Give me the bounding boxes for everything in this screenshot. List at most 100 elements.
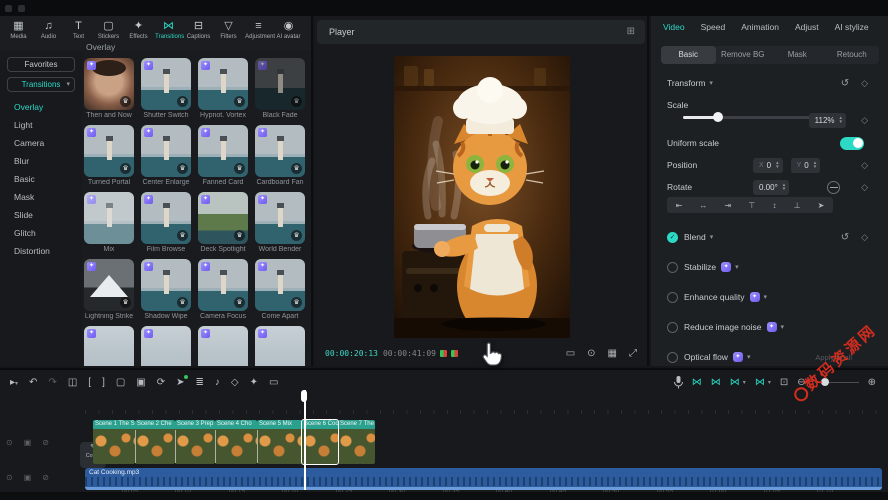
ratio-icon[interactable]: ▭ bbox=[566, 348, 575, 359]
rotate-value-box[interactable]: 0.00°▲▼ bbox=[753, 180, 789, 195]
fullscreen-icon[interactable]: ⤢ bbox=[629, 348, 637, 359]
enhance-quality-section[interactable]: Enhance quality ✦ ▾ bbox=[667, 288, 882, 306]
loop-icon[interactable]: ⟳ bbox=[157, 377, 165, 388]
sidebar-item-basic[interactable]: Basic bbox=[0, 170, 82, 188]
adapt-screen-icon[interactable]: ⊡ bbox=[780, 377, 788, 388]
sidebar-item-glitch[interactable]: Glitch bbox=[0, 224, 82, 242]
tab-stickers[interactable]: ▢Stickers bbox=[94, 19, 123, 41]
sidebar-item-overlay[interactable]: Overlay bbox=[0, 98, 82, 116]
speaker-icon[interactable]: ♪ bbox=[215, 377, 220, 388]
snap-icon[interactable]: ⋈ bbox=[711, 377, 721, 388]
scale-slider[interactable] bbox=[683, 111, 817, 123]
transition-card[interactable]: ✦♛World Bender bbox=[255, 192, 305, 253]
align-middle-v-icon[interactable]: ↕ bbox=[772, 201, 776, 210]
subtab-retouch[interactable]: Retouch bbox=[825, 46, 880, 64]
sidebar-item-blur[interactable]: Blur bbox=[0, 152, 82, 170]
zoom-in-icon[interactable]: ⊕ bbox=[868, 377, 876, 388]
transition-card[interactable]: ✦♛Center Enlarge bbox=[141, 125, 191, 186]
transition-card[interactable]: ✦♛Film Browse bbox=[141, 192, 191, 253]
magnet-icon[interactable]: ⋈ bbox=[692, 377, 702, 388]
tab-speed[interactable]: Speed bbox=[701, 22, 726, 32]
transition-card[interactable]: ✦♛Fanned Card bbox=[198, 125, 248, 186]
select-tool-icon[interactable]: ▸▾ bbox=[10, 377, 18, 388]
stepper-icon[interactable]: ▲▼ bbox=[775, 161, 779, 169]
playhead[interactable] bbox=[304, 390, 306, 490]
mic-icon[interactable] bbox=[674, 376, 683, 389]
sidebar-item-camera[interactable]: Camera bbox=[0, 134, 82, 152]
timeline-clip-selected[interactable]: Scene 6 Coo bbox=[302, 420, 338, 464]
noise-checkbox[interactable] bbox=[667, 322, 678, 333]
timeline-clip[interactable]: Scene 4 Cho bbox=[215, 420, 257, 464]
transition-card[interactable]: ✦ bbox=[255, 326, 305, 366]
layers-icon[interactable]: ≣ bbox=[196, 377, 204, 388]
stabilize-checkbox[interactable] bbox=[667, 262, 678, 273]
align-left-icon[interactable]: ⇤ bbox=[676, 201, 683, 210]
sidebar-item-slide[interactable]: Slide bbox=[0, 206, 82, 224]
uniform-scale-toggle[interactable] bbox=[840, 137, 864, 150]
in-out-marker-icon[interactable] bbox=[440, 350, 447, 357]
pointer-icon[interactable]: ➤ bbox=[818, 201, 825, 210]
align-bottom-icon[interactable]: ⊥ bbox=[794, 201, 801, 210]
scale-value-box[interactable]: 112%▲▼ bbox=[809, 113, 846, 128]
align-right-icon[interactable]: ⇥ bbox=[725, 201, 732, 210]
subtab-mask[interactable]: Mask bbox=[770, 46, 825, 64]
preview-axis-icon[interactable]: ⋈ bbox=[755, 377, 765, 388]
slider-knob[interactable] bbox=[713, 112, 723, 122]
screen-record-icon[interactable]: ▭ bbox=[269, 377, 278, 388]
delete-icon[interactable]: ▢ bbox=[116, 377, 125, 388]
keyframe-icon[interactable]: ◇ bbox=[861, 78, 868, 89]
enhance-checkbox[interactable] bbox=[667, 292, 678, 303]
stepper-icon[interactable]: ▲▼ bbox=[839, 116, 843, 124]
timeline-clip[interactable]: Scene 2 Che bbox=[135, 420, 175, 464]
stepper-icon[interactable]: ▲▼ bbox=[813, 161, 817, 169]
transition-marker[interactable] bbox=[215, 430, 216, 463]
transition-card[interactable]: ✦♛Shutter Switch bbox=[141, 58, 191, 119]
transition-card[interactable]: ✦ bbox=[84, 326, 134, 366]
stepper-icon[interactable]: ▲▼ bbox=[782, 183, 786, 191]
crop-icon[interactable]: ▣ bbox=[136, 377, 145, 388]
blend-checkbox[interactable]: ✓ bbox=[667, 232, 678, 243]
reset-icon[interactable]: ↺ bbox=[841, 232, 849, 243]
transition-card[interactable]: ✦♛Turned Portal bbox=[84, 125, 134, 186]
transition-card[interactable]: ✦♛Deck Spotlight bbox=[198, 192, 248, 253]
keyframe-icon[interactable]: ◇ bbox=[861, 160, 868, 171]
transition-card[interactable]: ✦♛Cardboard Fan bbox=[255, 125, 305, 186]
transition-card[interactable]: ✦Mix bbox=[84, 192, 134, 253]
tab-adjust[interactable]: Adjust bbox=[795, 22, 819, 32]
position-x-box[interactable]: X0▲▼ bbox=[753, 158, 783, 173]
playhead-handle[interactable] bbox=[301, 390, 307, 402]
timeline-ruler[interactable] bbox=[85, 394, 888, 414]
keyframe-icon[interactable]: ◇ bbox=[861, 182, 868, 193]
focus-icon[interactable]: ⊙ bbox=[587, 348, 595, 359]
tab-ai-stylize[interactable]: AI stylize bbox=[835, 22, 869, 32]
window-menu-icon[interactable] bbox=[5, 5, 12, 12]
timeline-clip[interactable]: Scene 3 Prep bbox=[175, 420, 215, 464]
tab-filters[interactable]: ▽Filters bbox=[214, 19, 243, 41]
tab-media[interactable]: ▦Media bbox=[4, 19, 33, 41]
sidebar-item-distortion[interactable]: Distortion bbox=[0, 242, 82, 260]
transition-card[interactable]: ✦♛Camera Focus bbox=[198, 259, 248, 320]
transition-marker[interactable] bbox=[257, 430, 258, 463]
timeline-clip[interactable]: Scene 5 Mix bbox=[257, 420, 302, 464]
subtab-remove-bg[interactable]: Remove BG bbox=[716, 46, 771, 64]
sidebar-item-light[interactable]: Light bbox=[0, 116, 82, 134]
trim-left-icon[interactable]: [ bbox=[88, 377, 91, 388]
timeline-clip[interactable]: Scene 7 The bbox=[338, 420, 375, 464]
transition-marker[interactable] bbox=[135, 430, 136, 463]
tab-effects[interactable]: ✦Effects bbox=[124, 19, 153, 41]
mute-track-icon[interactable]: ⊘ bbox=[42, 438, 49, 447]
optical-flow-checkbox[interactable] bbox=[667, 352, 678, 363]
in-out-marker-icon[interactable] bbox=[451, 350, 458, 357]
align-top-icon[interactable]: ⊤ bbox=[748, 201, 755, 210]
tab-captions[interactable]: ⊟Captions bbox=[184, 19, 213, 41]
hide-track-icon[interactable]: ⊙ bbox=[6, 473, 13, 482]
lock-track-icon[interactable]: ▣ bbox=[24, 473, 32, 482]
tab-adjustment[interactable]: ≡Adjustment bbox=[244, 19, 273, 41]
position-y-box[interactable]: Y0▲▼ bbox=[791, 158, 821, 173]
quality-icon[interactable]: ▦ bbox=[608, 348, 617, 359]
tab-audio[interactable]: ♫Audio bbox=[34, 19, 63, 41]
transition-card[interactable]: ✦♛Hypnot. Vortex bbox=[198, 58, 248, 119]
hide-track-icon[interactable]: ⊙ bbox=[6, 438, 13, 447]
transition-card[interactable]: ✦♛Shadow Wipe bbox=[141, 259, 191, 320]
rotate-dial[interactable] bbox=[827, 181, 840, 194]
